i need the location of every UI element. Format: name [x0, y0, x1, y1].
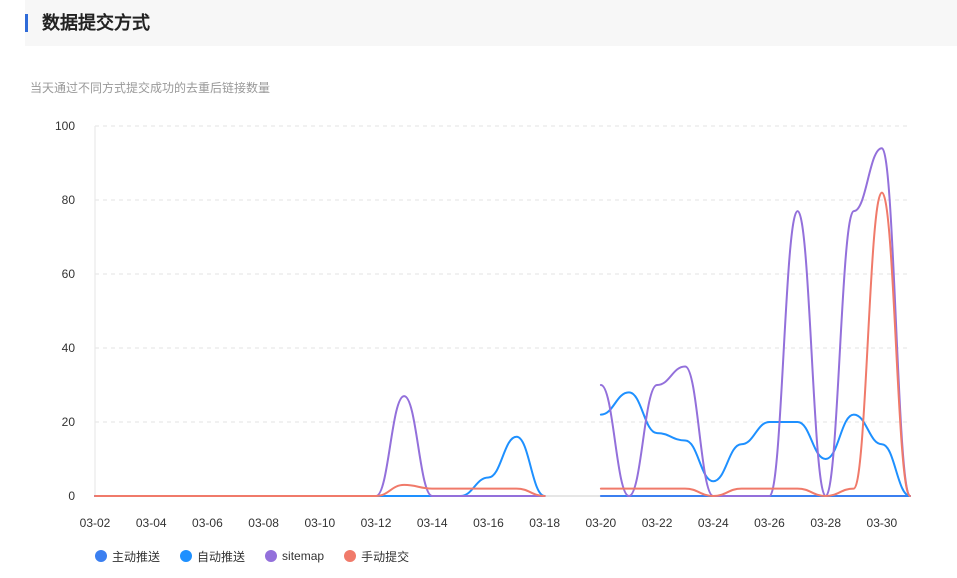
x-tick-label-03-14: 03-14: [417, 516, 448, 530]
x-tick-label-03-10: 03-10: [304, 516, 335, 530]
x-tick-label-03-26: 03-26: [754, 516, 785, 530]
legend-label-0: 主动推送: [112, 549, 161, 564]
chart-legend: 主动推送 自动推送 sitemap 手动提交: [95, 547, 429, 565]
series-line-3-segment-1: [599, 191, 911, 497]
legend-marker-1: [180, 550, 193, 562]
x-tick-label-03-12: 03-12: [361, 516, 392, 530]
legend-item-1[interactable]: 自动推送: [180, 548, 245, 565]
y-tick-label-80: 80: [62, 193, 76, 207]
y-tick-label-100: 100: [55, 119, 75, 133]
legend-item-0[interactable]: 主动推送: [95, 548, 160, 565]
series-line-2-segment-0: [94, 395, 546, 497]
legend-marker-0: [95, 550, 107, 562]
x-tick-label-03-28: 03-28: [810, 516, 841, 530]
x-tick-label-03-22: 03-22: [642, 516, 673, 530]
y-tick-label-40: 40: [62, 341, 76, 355]
x-tick-label-03-16: 03-16: [473, 516, 504, 530]
series-line-3-segment-0: [94, 483, 546, 497]
x-tick-label-03-04: 03-04: [136, 516, 167, 530]
legend-label-1: 自动推送: [197, 549, 246, 564]
x-tick-label-03-18: 03-18: [529, 516, 560, 530]
legend-label-3: 手动提交: [361, 549, 410, 564]
y-tick-label-60: 60: [62, 267, 76, 281]
x-tick-label-03-06: 03-06: [192, 516, 223, 530]
series-line-1-segment-0: [94, 435, 546, 497]
legend-item-3[interactable]: 手动提交: [344, 548, 409, 565]
x-tick-label-03-02: 03-02: [80, 516, 111, 530]
x-tick-label-03-20: 03-20: [586, 516, 617, 530]
line-chart: 0 20 40 60 80 100 03-02 03-04 03-06 03-08 03-10 03-…: [55, 119, 911, 530]
x-tick-label-03-30: 03-30: [867, 516, 898, 530]
legend-marker-2: [265, 550, 278, 562]
legend-label-2: sitemap: [282, 549, 325, 563]
legend-marker-3: [344, 550, 357, 562]
y-tick-label-0: 0: [68, 489, 75, 503]
y-tick-label-20: 20: [62, 415, 76, 429]
x-tick-label-03-24: 03-24: [698, 516, 729, 530]
legend-item-2[interactable]: sitemap: [265, 549, 324, 563]
x-tick-label-03-08: 03-08: [248, 516, 279, 530]
